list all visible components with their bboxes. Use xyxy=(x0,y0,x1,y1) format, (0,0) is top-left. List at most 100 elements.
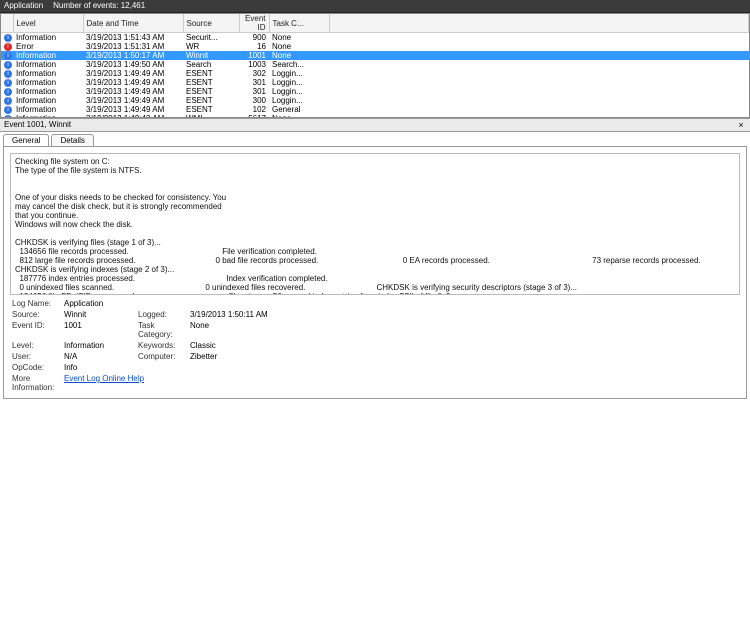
event-grid: Level Date and Time Source Event ID Task… xyxy=(0,13,750,118)
cell-date: 3/19/2013 1:49:49 AM xyxy=(83,69,183,78)
cell-id: 16 xyxy=(239,42,269,51)
tab-details[interactable]: Details xyxy=(51,134,93,146)
table-row[interactable]: iInformation3/19/2013 1:49:49 AMESENT300… xyxy=(1,96,749,105)
table-row[interactable]: iInformation3/19/2013 1:49:49 AMESENT301… xyxy=(1,87,749,96)
cell-level: Information xyxy=(13,51,83,60)
col-cat[interactable]: Task C... xyxy=(269,14,329,33)
cell-id: 1003 xyxy=(239,60,269,69)
cell-level: Information xyxy=(13,78,83,87)
detail-pane: Checking file system on C: The type of t… xyxy=(3,146,747,399)
cell-cat: None xyxy=(269,42,329,51)
cell-level: Information xyxy=(13,69,83,78)
cell-id: 301 xyxy=(239,78,269,87)
app-name: Application xyxy=(4,0,43,12)
detail-title: Event 1001, Winnit xyxy=(4,119,71,131)
cell-cat: Loggin... xyxy=(269,87,329,96)
close-icon[interactable]: × xyxy=(736,119,746,131)
table-row[interactable]: iInformation3/19/2013 1:49:50 AMSearch10… xyxy=(1,60,749,69)
source-value: Winnit xyxy=(64,310,134,319)
opcode-label: OpCode: xyxy=(12,363,60,372)
cell-level: Information xyxy=(13,87,83,96)
cell-id: 5617 xyxy=(239,114,269,117)
level-value: Information xyxy=(64,341,134,350)
source-label: Source: xyxy=(12,310,60,319)
cell-cat: None xyxy=(269,33,329,42)
info-icon: i xyxy=(4,61,12,69)
keywords-label: Keywords: xyxy=(138,341,186,350)
logname-value: Application xyxy=(64,299,134,308)
cell-date: 3/19/2013 1:49:49 AM xyxy=(83,78,183,87)
table-row[interactable]: iInformation3/19/2013 1:49:49 AMESENT102… xyxy=(1,105,749,114)
cell-source: Securit... xyxy=(183,33,239,42)
col-id[interactable]: Event ID xyxy=(239,14,269,33)
cell-source: ESENT xyxy=(183,69,239,78)
cell-source: ESENT xyxy=(183,96,239,105)
info-icon: i xyxy=(4,97,12,105)
table-row[interactable]: iInformation3/19/2013 1:50:17 AMWinnit10… xyxy=(1,51,749,60)
tab-general[interactable]: General xyxy=(3,134,49,146)
table-row[interactable]: iInformation3/19/2013 1:49:43 AMWMI5617N… xyxy=(1,114,749,117)
user-label: User: xyxy=(12,352,60,361)
taskcat-value: None xyxy=(190,321,300,339)
cell-source: Winnit xyxy=(183,51,239,60)
cell-source: ESENT xyxy=(183,105,239,114)
eventid-value: 1001 xyxy=(64,321,134,339)
moreinfo-label: More Information: xyxy=(12,374,60,392)
cell-date: 3/19/2013 1:49:49 AM xyxy=(83,87,183,96)
cell-level: Information xyxy=(13,105,83,114)
col-level[interactable]: Level xyxy=(13,14,83,33)
table-row[interactable]: iInformation3/19/2013 1:49:49 AMESENT302… xyxy=(1,69,749,78)
computer-value: Zibetter xyxy=(190,352,300,361)
cell-level: Information xyxy=(13,114,83,117)
eventid-label: Event ID: xyxy=(12,321,60,339)
cell-source: WR xyxy=(183,42,239,51)
info-icon: i xyxy=(4,70,12,78)
cell-id: 300 xyxy=(239,96,269,105)
cell-source: ESENT xyxy=(183,78,239,87)
cell-date: 3/19/2013 1:50:17 AM xyxy=(83,51,183,60)
table-row[interactable]: iInformation3/19/2013 1:51:43 AMSecurit.… xyxy=(1,33,749,42)
user-value: N/A xyxy=(64,352,134,361)
info-icon: i xyxy=(4,115,12,117)
cell-id: 302 xyxy=(239,69,269,78)
cell-date: 3/19/2013 1:51:31 AM xyxy=(83,42,183,51)
cell-cat: Loggin... xyxy=(269,96,329,105)
cell-source: Search xyxy=(183,60,239,69)
cell-level: Information xyxy=(13,33,83,42)
col-icon[interactable] xyxy=(1,14,13,33)
cell-source: ESENT xyxy=(183,87,239,96)
event-properties: Log Name: Application Source: Winnit Log… xyxy=(12,299,738,392)
col-source[interactable]: Source xyxy=(183,14,239,33)
info-icon: i xyxy=(4,79,12,87)
col-date[interactable]: Date and Time xyxy=(83,14,183,33)
detail-tabs: General Details xyxy=(3,134,747,146)
cell-date: 3/19/2013 1:49:50 AM xyxy=(83,60,183,69)
keywords-value: Classic xyxy=(190,341,300,350)
table-row[interactable]: !Error3/19/2013 1:51:31 AMWR16None xyxy=(1,42,749,51)
info-icon: i xyxy=(4,52,12,60)
info-icon: i xyxy=(4,106,12,114)
cell-date: 3/19/2013 1:49:43 AM xyxy=(83,114,183,117)
cell-cat: None xyxy=(269,51,329,60)
cell-date: 3/19/2013 1:51:43 AM xyxy=(83,33,183,42)
column-header-row[interactable]: Level Date and Time Source Event ID Task… xyxy=(1,14,749,33)
event-description[interactable]: Checking file system on C: The type of t… xyxy=(10,153,740,295)
event-grid-body[interactable]: iInformation3/19/2013 1:51:43 AMSecurit.… xyxy=(1,33,749,117)
info-icon: i xyxy=(4,34,12,42)
opcode-value: Info xyxy=(64,363,134,372)
taskcat-label: Task Category: xyxy=(138,321,186,339)
cell-level: Information xyxy=(13,60,83,69)
cell-level: Information xyxy=(13,96,83,105)
moreinfo-link[interactable]: Event Log Online Help xyxy=(64,374,144,383)
event-count: Number of events: 12,461 xyxy=(53,0,145,12)
cell-id: 102 xyxy=(239,105,269,114)
table-row[interactable]: iInformation3/19/2013 1:49:49 AMESENT301… xyxy=(1,78,749,87)
cell-cat: Loggin... xyxy=(269,78,329,87)
computer-label: Computer: xyxy=(138,352,186,361)
logged-value: 3/19/2013 1:50:11 AM xyxy=(190,310,300,319)
cell-id: 900 xyxy=(239,33,269,42)
cell-cat: Loggin... xyxy=(269,69,329,78)
info-icon: i xyxy=(4,88,12,96)
cell-source: WMI xyxy=(183,114,239,117)
error-icon: ! xyxy=(4,43,12,51)
